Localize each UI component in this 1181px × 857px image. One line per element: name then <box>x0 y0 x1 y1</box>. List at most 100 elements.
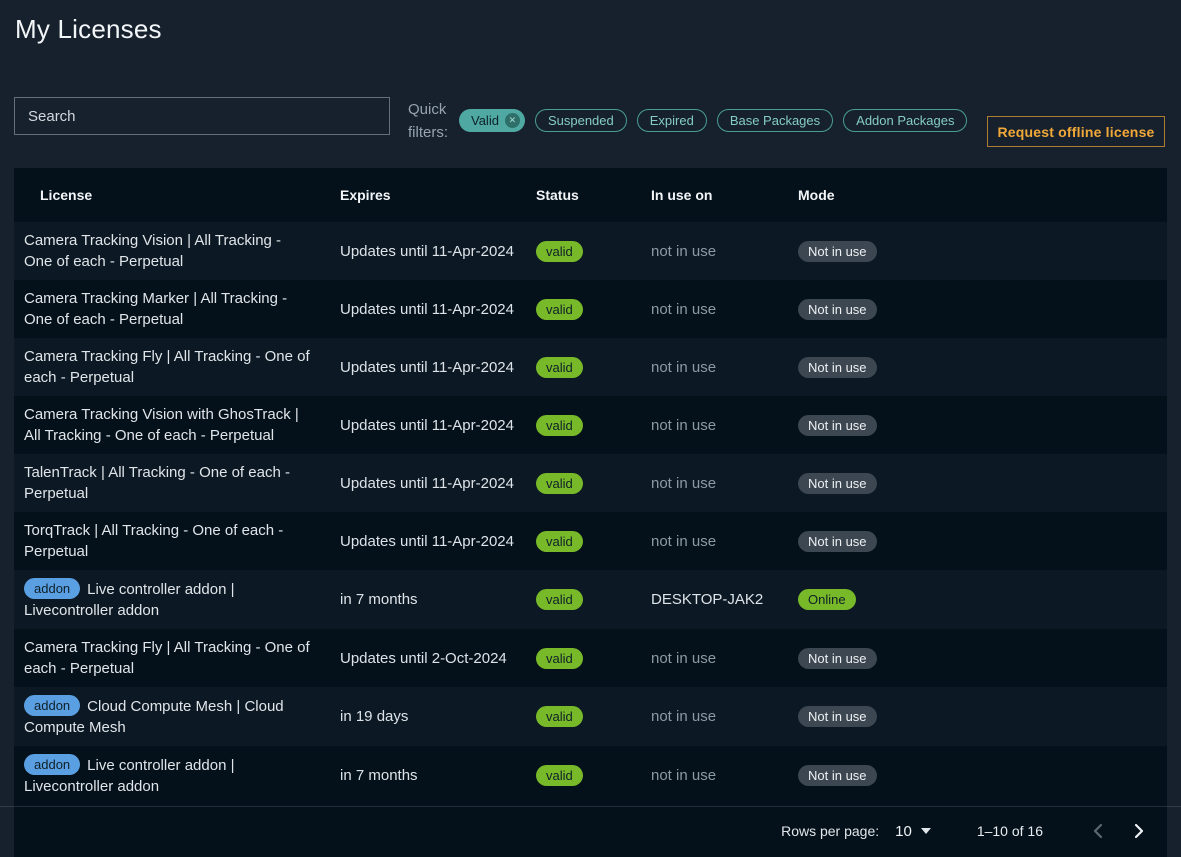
table-row: addonLive controller addon | Livecontrol… <box>14 570 1167 629</box>
license-cell: TorqTrack | All Tracking - One of each -… <box>24 512 340 570</box>
in-use-cell: not in use <box>651 301 798 318</box>
in-use-cell: DESKTOP-JAK2 <box>651 591 798 608</box>
chevron-right-icon <box>1134 823 1145 839</box>
expires-cell: Updates until 2-Oct-2024 <box>340 650 536 667</box>
request-offline-license-button[interactable]: Request offline license <box>987 116 1165 147</box>
addon-badge: addon <box>24 695 80 716</box>
column-header-mode: Mode <box>798 187 1167 203</box>
license-cell: addonCloud Compute Mesh | Cloud Compute … <box>24 687 340 746</box>
expires-cell: Updates until 11-Apr-2024 <box>340 533 536 550</box>
status-badge: valid <box>536 531 583 552</box>
license-cell: addonLive controller addon | Livecontrol… <box>24 570 340 629</box>
mode-badge: Not in use <box>798 415 877 436</box>
column-header-in-use-on: In use on <box>651 187 798 203</box>
rows-per-page-select[interactable]: 10 <box>895 823 931 840</box>
mode-badge: Not in use <box>798 241 877 262</box>
filter-chip-label: Addon Packages <box>856 113 954 128</box>
mode-badge: Not in use <box>798 765 877 786</box>
quick-filters-label: Quick filters: <box>408 98 466 144</box>
license-name: Camera Tracking Vision | All Tracking - … <box>24 232 281 270</box>
in-use-cell: not in use <box>651 417 798 434</box>
license-cell: Camera Tracking Vision with GhosTrack | … <box>24 396 340 454</box>
column-header-license: License <box>24 187 340 203</box>
status-badge: valid <box>536 706 583 727</box>
license-name: Camera Tracking Vision with GhosTrack | … <box>24 406 299 444</box>
addon-badge: addon <box>24 754 80 775</box>
expires-cell: Updates until 11-Apr-2024 <box>340 301 536 318</box>
expires-cell: in 7 months <box>340 591 536 608</box>
licenses-table: License Expires Status In use on Mode Ca… <box>14 168 1167 857</box>
license-name: Camera Tracking Fly | All Tracking - One… <box>24 348 310 386</box>
mode-badge: Online <box>798 589 856 610</box>
license-name: Camera Tracking Marker | All Tracking - … <box>24 290 287 328</box>
mode-badge: Not in use <box>798 299 877 320</box>
rows-per-page-value: 10 <box>895 823 912 840</box>
filter-chip-expired[interactable]: Expired <box>637 109 707 132</box>
expires-cell: Updates until 11-Apr-2024 <box>340 243 536 260</box>
license-name: TalenTrack | All Tracking - One of each … <box>24 464 290 502</box>
table-header: License Expires Status In use on Mode <box>14 168 1167 222</box>
license-cell: Camera Tracking Vision | All Tracking - … <box>24 222 340 280</box>
table-row: Camera Tracking Vision | All Tracking - … <box>14 222 1167 280</box>
in-use-cell: not in use <box>651 359 798 376</box>
license-cell: Camera Tracking Fly | All Tracking - One… <box>24 629 340 687</box>
mode-badge: Not in use <box>798 706 877 727</box>
table-row: Camera Tracking Fly | All Tracking - One… <box>14 338 1167 396</box>
rows-per-page-label: Rows per page: <box>781 823 879 839</box>
page-title: My Licenses <box>15 14 162 45</box>
table-row: Camera Tracking Fly | All Tracking - One… <box>14 629 1167 687</box>
license-cell: Camera Tracking Marker | All Tracking - … <box>24 280 340 338</box>
license-cell: Camera Tracking Fly | All Tracking - One… <box>24 338 340 396</box>
license-cell: addonLive controller addon | Livecontrol… <box>24 746 340 805</box>
filter-chip-label: Valid <box>471 113 499 128</box>
mode-badge: Not in use <box>798 531 877 552</box>
filter-chip-addon-packages[interactable]: Addon Packages <box>843 109 967 132</box>
chevron-left-icon <box>1092 823 1103 839</box>
in-use-cell: not in use <box>651 767 798 784</box>
in-use-cell: not in use <box>651 533 798 550</box>
license-cell: TalenTrack | All Tracking - One of each … <box>24 454 340 512</box>
previous-page-button[interactable] <box>1085 819 1109 843</box>
status-badge: valid <box>536 299 583 320</box>
addon-badge: addon <box>24 578 80 599</box>
table-row: addonCloud Compute Mesh | Cloud Compute … <box>14 687 1167 746</box>
status-badge: valid <box>536 589 583 610</box>
next-page-button[interactable] <box>1127 819 1151 843</box>
chevron-down-icon <box>921 828 931 834</box>
status-badge: valid <box>536 473 583 494</box>
mode-badge: Not in use <box>798 473 877 494</box>
table-row: Camera Tracking Vision with GhosTrack | … <box>14 396 1167 454</box>
in-use-cell: not in use <box>651 708 798 725</box>
expires-cell: in 19 days <box>340 708 536 725</box>
license-name: Camera Tracking Fly | All Tracking - One… <box>24 639 310 677</box>
status-badge: valid <box>536 765 583 786</box>
mode-badge: Not in use <box>798 648 877 669</box>
filter-chip-label: Expired <box>650 113 694 128</box>
in-use-cell: not in use <box>651 650 798 667</box>
filter-chip-label: Suspended <box>548 113 614 128</box>
pagination-bar: Rows per page: 10 1–10 of 16 <box>14 805 1167 857</box>
table-body: Camera Tracking Vision | All Tracking - … <box>14 222 1167 805</box>
table-row: TalenTrack | All Tracking - One of each … <box>14 454 1167 512</box>
column-header-status: Status <box>536 187 651 203</box>
in-use-cell: not in use <box>651 243 798 260</box>
bottom-divider <box>0 806 1181 807</box>
filter-chip-suspended[interactable]: Suspended <box>535 109 627 132</box>
status-badge: valid <box>536 648 583 669</box>
expires-cell: Updates until 11-Apr-2024 <box>340 417 536 434</box>
chip-close-icon[interactable]: ✕ <box>505 113 520 128</box>
table-row: addonLive controller addon | Livecontrol… <box>14 746 1167 805</box>
table-row: Camera Tracking Marker | All Tracking - … <box>14 280 1167 338</box>
search-input[interactable] <box>14 97 390 135</box>
quick-filter-chips: Valid ✕ Suspended Expired Base Packages … <box>459 109 967 132</box>
license-name: TorqTrack | All Tracking - One of each -… <box>24 522 283 560</box>
column-header-expires: Expires <box>340 187 536 203</box>
expires-cell: in 7 months <box>340 767 536 784</box>
filter-chip-label: Base Packages <box>730 113 820 128</box>
status-badge: valid <box>536 241 583 262</box>
filter-chip-valid[interactable]: Valid ✕ <box>459 109 525 132</box>
filter-chip-base-packages[interactable]: Base Packages <box>717 109 833 132</box>
expires-cell: Updates until 11-Apr-2024 <box>340 359 536 376</box>
status-badge: valid <box>536 415 583 436</box>
table-row: TorqTrack | All Tracking - One of each -… <box>14 512 1167 570</box>
